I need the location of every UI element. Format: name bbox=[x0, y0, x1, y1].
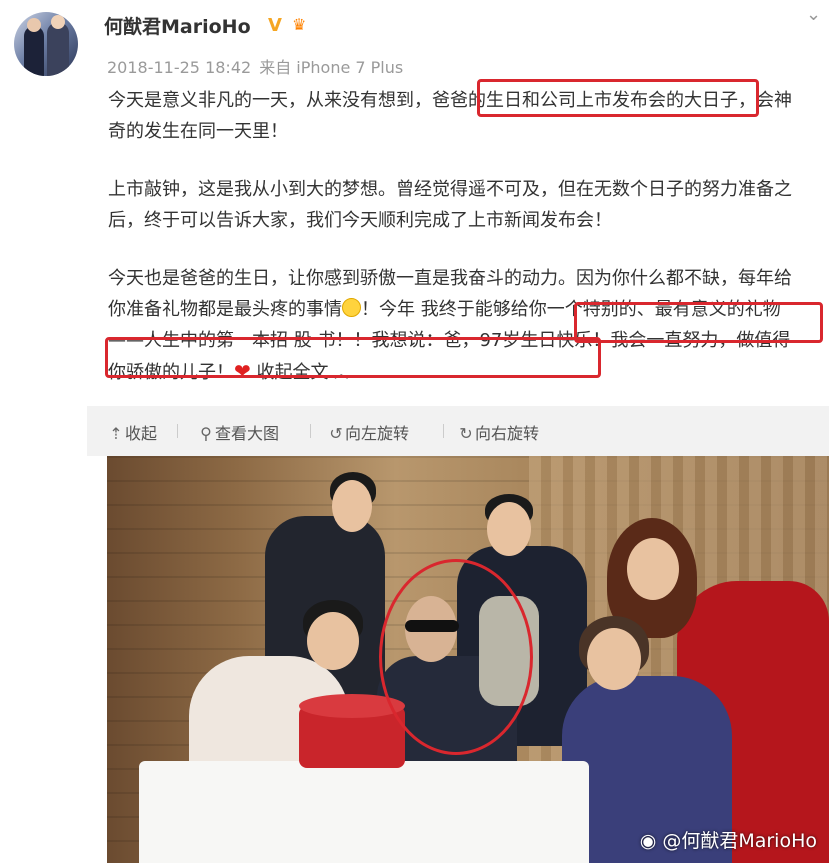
rotate-left-button[interactable]: ↺ 向左旋转 bbox=[327, 420, 409, 444]
post-timestamp[interactable]: 2018-11-25 18:42 bbox=[107, 58, 251, 77]
photo-person-head bbox=[627, 538, 679, 600]
chevron-down-icon[interactable]: ⌄ bbox=[806, 4, 821, 25]
toolbar-divider bbox=[443, 424, 444, 438]
rotate-left-icon: ↺ bbox=[329, 424, 343, 443]
toolbar-divider bbox=[310, 424, 311, 438]
photo-person-head bbox=[307, 612, 359, 670]
search-icon: ⚲ bbox=[200, 424, 212, 443]
highlight-box-gift-line1 bbox=[574, 302, 823, 343]
post-via-label: 来自 bbox=[259, 58, 292, 77]
watermark-text: @何猷君MarioHo bbox=[662, 830, 817, 852]
post-meta: 2018-11-25 18:42 来自 iPhone 7 Plus bbox=[107, 54, 411, 78]
photo-person-head bbox=[332, 480, 372, 532]
image-toolbar: ⇡ 收起 ⚲ 查看大图 ↺ 向左旋转 ↻ 向右旋转 bbox=[87, 406, 829, 456]
collapse-icon: ⇡ bbox=[109, 424, 123, 443]
photo-table bbox=[139, 761, 589, 863]
collapse-image-button[interactable]: ⇡ 收起 bbox=[107, 420, 157, 444]
rotate-right-icon: ↻ bbox=[459, 424, 473, 443]
avatar[interactable] bbox=[14, 12, 78, 76]
smile-emoji-icon bbox=[342, 298, 361, 317]
avatar-face-left bbox=[27, 18, 41, 32]
view-large-label: 查看大图 bbox=[215, 424, 280, 443]
photo-watermark: ◉ @何猷君MarioHo bbox=[640, 826, 817, 853]
post-device: iPhone 7 Plus bbox=[296, 58, 404, 77]
rotate-left-label: 向左旋转 bbox=[345, 424, 410, 443]
weibo-logo-icon: ◉ bbox=[639, 830, 657, 852]
highlight-box-gift-line2 bbox=[105, 337, 601, 378]
highlight-circle bbox=[379, 559, 533, 755]
collapse-image-label: 收起 bbox=[125, 424, 158, 443]
avatar-figure-left bbox=[24, 26, 44, 76]
verified-badge: V bbox=[268, 15, 282, 36]
photo-person-head bbox=[587, 628, 641, 690]
highlight-box-birthday bbox=[477, 79, 759, 117]
view-large-button[interactable]: ⚲ 查看大图 bbox=[197, 420, 279, 444]
avatar-figure-right bbox=[47, 22, 69, 76]
crown-icon: ♛ bbox=[292, 15, 307, 34]
paragraph-2: 上市敲钟，这是我从小到大的梦想。曾经觉得遥不可及，但在无数个日子的努力准备之后，… bbox=[108, 179, 792, 231]
rotate-right-label: 向右旋转 bbox=[475, 424, 540, 443]
username[interactable]: 何猷君MarioHo bbox=[104, 12, 251, 39]
photo-person-head bbox=[487, 502, 531, 556]
avatar-face-right bbox=[51, 15, 65, 29]
post-photo[interactable]: ◉ @何猷君MarioHo bbox=[107, 456, 829, 863]
rotate-right-button[interactable]: ↻ 向右旋转 bbox=[457, 420, 539, 444]
toolbar-divider bbox=[177, 424, 178, 438]
